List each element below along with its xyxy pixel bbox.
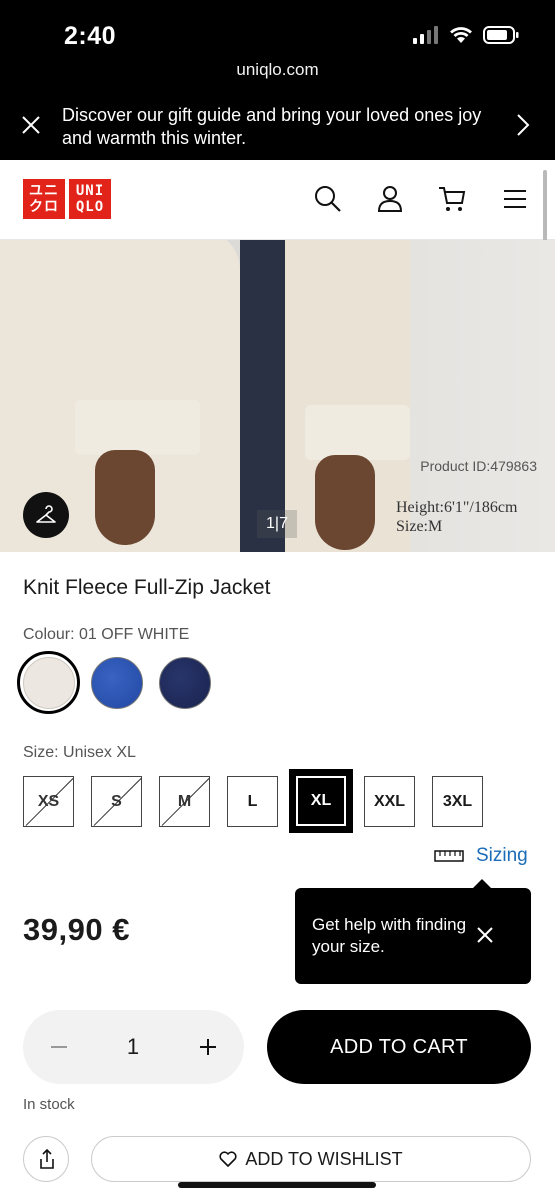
close-icon[interactable] xyxy=(476,926,494,944)
image-counter: 1|7 xyxy=(257,510,297,538)
stock-status: In stock xyxy=(23,1096,75,1113)
logo-latin-bottom: QLO xyxy=(75,199,105,215)
sizing-link[interactable]: Sizing xyxy=(434,845,528,867)
plus-icon[interactable] xyxy=(198,1037,218,1057)
chevron-right-icon[interactable] xyxy=(515,112,531,138)
size-option-xl[interactable]: XL xyxy=(292,772,350,830)
home-indicator[interactable] xyxy=(178,1182,376,1188)
heart-icon xyxy=(219,1151,237,1167)
image-hand-left xyxy=(95,450,155,545)
share-button[interactable] xyxy=(23,1136,69,1182)
size-label: Size: Unisex XL xyxy=(23,744,136,761)
image-cuff-left xyxy=(75,400,200,455)
promo-banner: Discover our gift guide and bring your l… xyxy=(0,90,555,160)
product-id: Product ID:479863 xyxy=(420,458,537,474)
quantity-stepper: 1 xyxy=(23,1010,244,1084)
search-icon[interactable] xyxy=(313,184,343,214)
image-cuff-right xyxy=(305,405,410,460)
size-option-3xl[interactable]: 3XL xyxy=(432,776,483,827)
share-icon xyxy=(40,1148,54,1169)
battery-icon xyxy=(483,26,519,44)
wifi-icon xyxy=(450,27,472,43)
promo-text[interactable]: Discover our gift guide and bring your l… xyxy=(62,104,502,150)
image-shirt xyxy=(240,240,290,552)
product-title: Knit Fleece Full-Zip Jacket xyxy=(23,576,271,599)
image-hand-right xyxy=(315,455,375,550)
size-option-s[interactable]: S xyxy=(91,776,142,827)
logo-box-katakana: ユニ クロ xyxy=(23,179,65,219)
status-bar: 2:40 uniqlo.com xyxy=(0,0,555,90)
add-to-cart-button[interactable]: ADD TO CART xyxy=(267,1010,531,1084)
add-to-wishlist-button[interactable]: ADD TO WISHLIST xyxy=(91,1136,531,1182)
quantity-value[interactable]: 1 xyxy=(113,1034,153,1060)
uniqlo-logo[interactable]: ユニ クロ UNI QLO xyxy=(23,179,111,219)
model-info: Height:6'1"/186cm Size:M xyxy=(396,498,517,536)
signal-icon xyxy=(413,26,438,44)
colour-label: Colour: 01 OFF WHITE xyxy=(23,626,190,643)
ruler-icon xyxy=(434,850,464,862)
sizing-link-label: Sizing xyxy=(476,845,528,866)
product-image-gallery[interactable]: Product ID:479863 Height:6'1"/186cm Size… xyxy=(0,240,555,552)
url-bar[interactable]: uniqlo.com xyxy=(0,60,555,80)
size-option-l[interactable]: L xyxy=(227,776,278,827)
size-option-m[interactable]: M xyxy=(159,776,210,827)
menu-icon[interactable] xyxy=(501,184,531,214)
colour-swatch-blue[interactable] xyxy=(91,657,143,709)
status-time: 2:40 xyxy=(64,22,117,50)
logo-katakana-bottom: クロ xyxy=(29,199,59,215)
close-icon[interactable] xyxy=(20,114,42,136)
product-price: 39,90 € xyxy=(23,912,130,947)
hanger-icon xyxy=(36,505,56,523)
model-height: Height:6'1"/186cm xyxy=(396,499,518,516)
colour-swatch-navy[interactable] xyxy=(159,657,211,709)
site-header: ユニ クロ UNI QLO xyxy=(0,160,555,240)
tooltip-text[interactable]: Get help with finding your size. xyxy=(312,914,472,958)
colour-swatch-off-white[interactable] xyxy=(23,657,75,709)
model-size: Size:M xyxy=(396,518,443,535)
size-help-tooltip[interactable]: Get help with finding your size. xyxy=(295,879,531,984)
account-icon[interactable] xyxy=(375,184,405,214)
logo-box-latin: UNI QLO xyxy=(69,179,111,219)
logo-latin-top: UNI xyxy=(75,183,105,199)
wishlist-label: ADD TO WISHLIST xyxy=(245,1148,403,1169)
size-option-xs[interactable]: XS xyxy=(23,776,74,827)
cart-icon[interactable] xyxy=(437,184,467,214)
try-on-button[interactable] xyxy=(23,492,69,538)
logo-katakana-top: ユニ xyxy=(29,183,59,199)
size-option-xxl[interactable]: XXL xyxy=(364,776,415,827)
status-icons xyxy=(413,26,519,44)
minus-icon[interactable] xyxy=(49,1037,69,1057)
